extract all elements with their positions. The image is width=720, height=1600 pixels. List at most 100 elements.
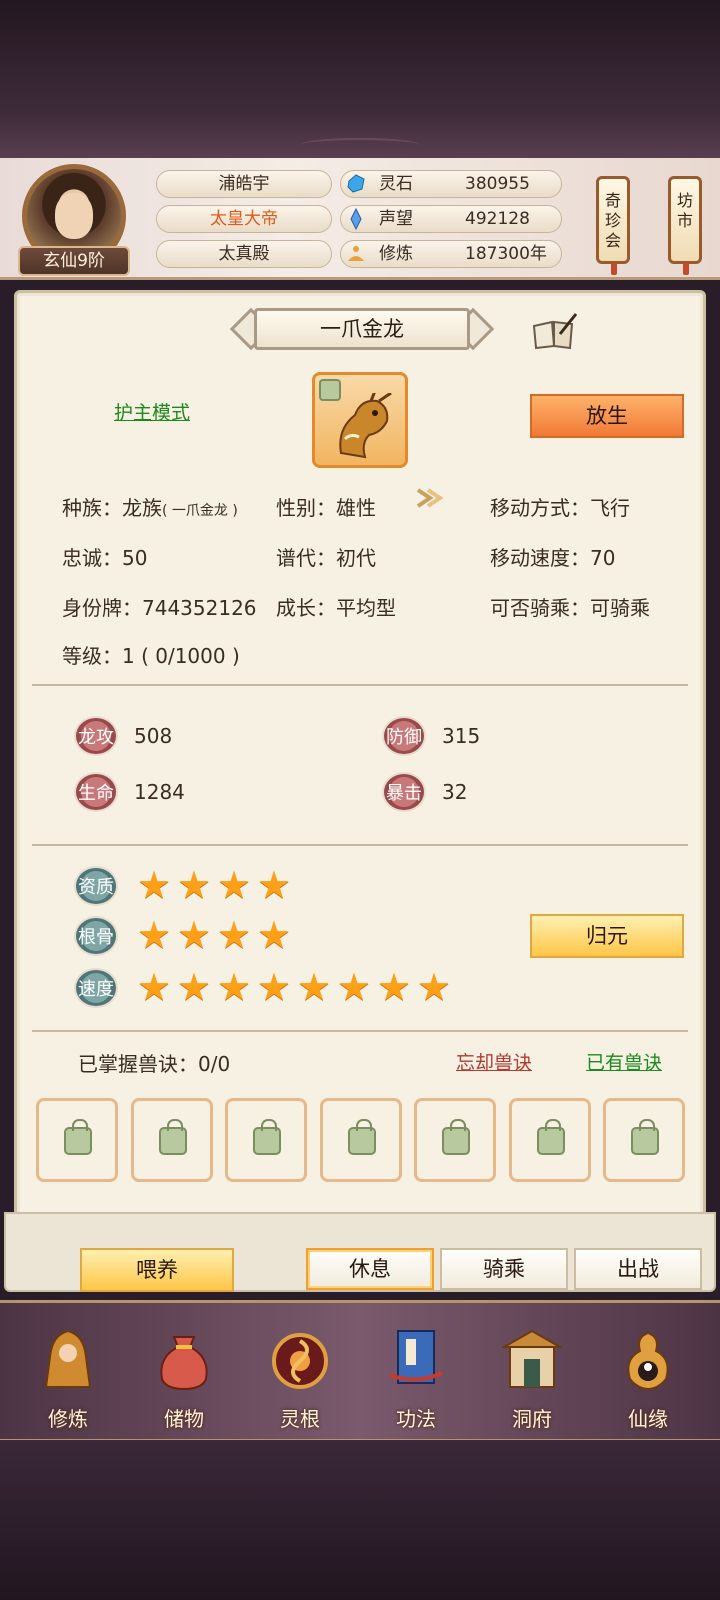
star-icon: ★ [256,965,292,1009]
return-origin-button[interactable]: 归元 [530,914,684,958]
nav-label: 储物 [164,1407,204,1431]
owned-skills-link[interactable]: 已有兽诀 [586,1048,662,1075]
section-divider [32,684,688,686]
resource-cultivation: 修炼 187300年 [340,240,562,268]
immortal-fate-icon [627,1331,669,1391]
lock-icon [64,1119,92,1155]
pet-generation: 谱代：初代 [276,546,376,570]
pet-move-speed: 移动速度：70 [490,546,616,570]
pet-loyalty: 忠诚：50 [62,546,148,570]
bottom-navigation: 修炼 储物 灵根 功法 洞府 仙缘 [0,1300,720,1442]
attack-badge: 龙攻 [74,716,118,756]
nav-cave-mansion[interactable]: 洞府 [482,1321,582,1439]
pet-portrait[interactable] [312,372,408,468]
section-divider [32,1030,688,1032]
star-icon: ★ [416,965,452,1009]
technique-book-icon [389,1330,443,1384]
health-value: 1284 [134,780,185,804]
speed-stars: ★ ★ ★ ★ ★ ★ ★ ★ [136,965,452,1009]
pet-movement: 移动方式：飞行 [490,496,630,520]
section-divider [32,844,688,846]
star-icon: ★ [216,863,252,907]
guard-mode-link[interactable]: 护主模式 [114,398,190,425]
aptitude-stars: ★ ★ ★ ★ [136,863,292,907]
resource-value: 492128 [465,209,530,229]
star-icon: ★ [216,913,252,957]
defense-value: 315 [442,724,481,748]
pet-level: 等级：1 ( 0/1000 ) [62,644,240,668]
skill-slot[interactable] [319,1098,402,1182]
treasure-fair-label: 奇珍会 [604,191,621,250]
skill-slot[interactable] [225,1098,307,1182]
star-icon: ★ [256,863,292,907]
skill-slot[interactable] [36,1098,118,1182]
lock-icon [631,1119,659,1155]
skill-slot[interactable] [414,1098,496,1182]
nav-spirit-root[interactable]: 灵根 [250,1321,350,1439]
star-icon: ★ [376,965,412,1009]
nav-label: 仙缘 [628,1407,668,1431]
avatar-face [55,193,93,239]
star-icon: ★ [176,965,212,1009]
nav-label: 灵根 [280,1407,320,1431]
star-icon: ★ [136,965,172,1009]
rest-button[interactable]: 休息 [306,1248,434,1290]
bottom-background [0,1440,720,1600]
lock-icon [536,1119,565,1155]
pet-gender: 性别：雄性 [276,496,376,520]
treasure-fair-button[interactable]: 奇珍会 [596,176,630,275]
skill-slot[interactable] [508,1098,591,1182]
meditation-icon [348,246,364,261]
star-icon: ★ [296,965,332,1009]
feed-button[interactable]: 喂养 [80,1248,234,1292]
ride-button[interactable]: 骑乘 [440,1248,568,1290]
pet-species: 种族：龙族( 一爪金龙 ) [62,492,238,521]
resource-label: 灵石 [379,174,413,194]
nav-label: 功法 [396,1407,436,1431]
release-button[interactable]: 放生 [530,394,684,438]
resource-label: 声望 [379,209,413,229]
spirit-root-icon [272,1333,328,1389]
market-button[interactable]: 坊市 [668,176,702,275]
lock-icon [158,1119,187,1155]
health-badge: 生命 [74,772,118,812]
edit-book-icon[interactable] [530,312,580,352]
lock-icon [347,1119,376,1155]
top-background [0,0,720,160]
skill-slot[interactable] [603,1098,685,1182]
star-icon: ★ [256,913,292,957]
species-text: 种族：龙族 [62,496,162,520]
resource-prestige: 声望 492128 [340,205,562,233]
nav-storage[interactable]: 储物 [134,1321,234,1439]
mastered-skills: 已掌握兽诀：0/0 [78,1052,231,1076]
resource-label: 修炼 [379,244,413,264]
attack-value: 508 [134,724,173,748]
defense-badge: 防御 [382,716,426,756]
skill-slot[interactable] [130,1098,213,1182]
pet-name: 一爪金龙 [254,308,470,350]
golden-dragon-icon [339,393,392,459]
swap-arrow-icon[interactable] [414,486,444,510]
top-ornament [300,138,420,152]
nav-immortal-fate[interactable]: 仙缘 [598,1321,698,1439]
star-icon: ★ [176,913,212,957]
resource-value: 187300年 [465,244,547,264]
forget-skill-link[interactable]: 忘却兽诀 [456,1048,532,1075]
pet-rideable: 可否骑乘：可骑乘 [490,596,650,620]
nav-cultivation[interactable]: 修炼 [18,1321,118,1439]
player-hall: 太真殿 [156,240,332,268]
resource-spirit-stone: 灵石 380955 [340,170,562,198]
player-title: 太皇大帝 [156,205,332,233]
market-label: 坊市 [676,191,693,230]
bone-badge: 根骨 [74,916,118,956]
nav-technique[interactable]: 功法 [366,1321,466,1439]
speed-badge: 速度 [74,968,118,1008]
aptitude-badge: 资质 [74,866,118,906]
star-icon: ★ [336,965,372,1009]
battle-button[interactable]: 出战 [574,1248,702,1290]
pet-growth: 成长：平均型 [276,596,396,620]
player-name: 浦皓宇 [156,170,332,198]
storage-bag-icon [160,1336,208,1391]
bone-stars: ★ ★ ★ ★ [136,913,292,957]
spirit-stone-icon [347,174,365,193]
